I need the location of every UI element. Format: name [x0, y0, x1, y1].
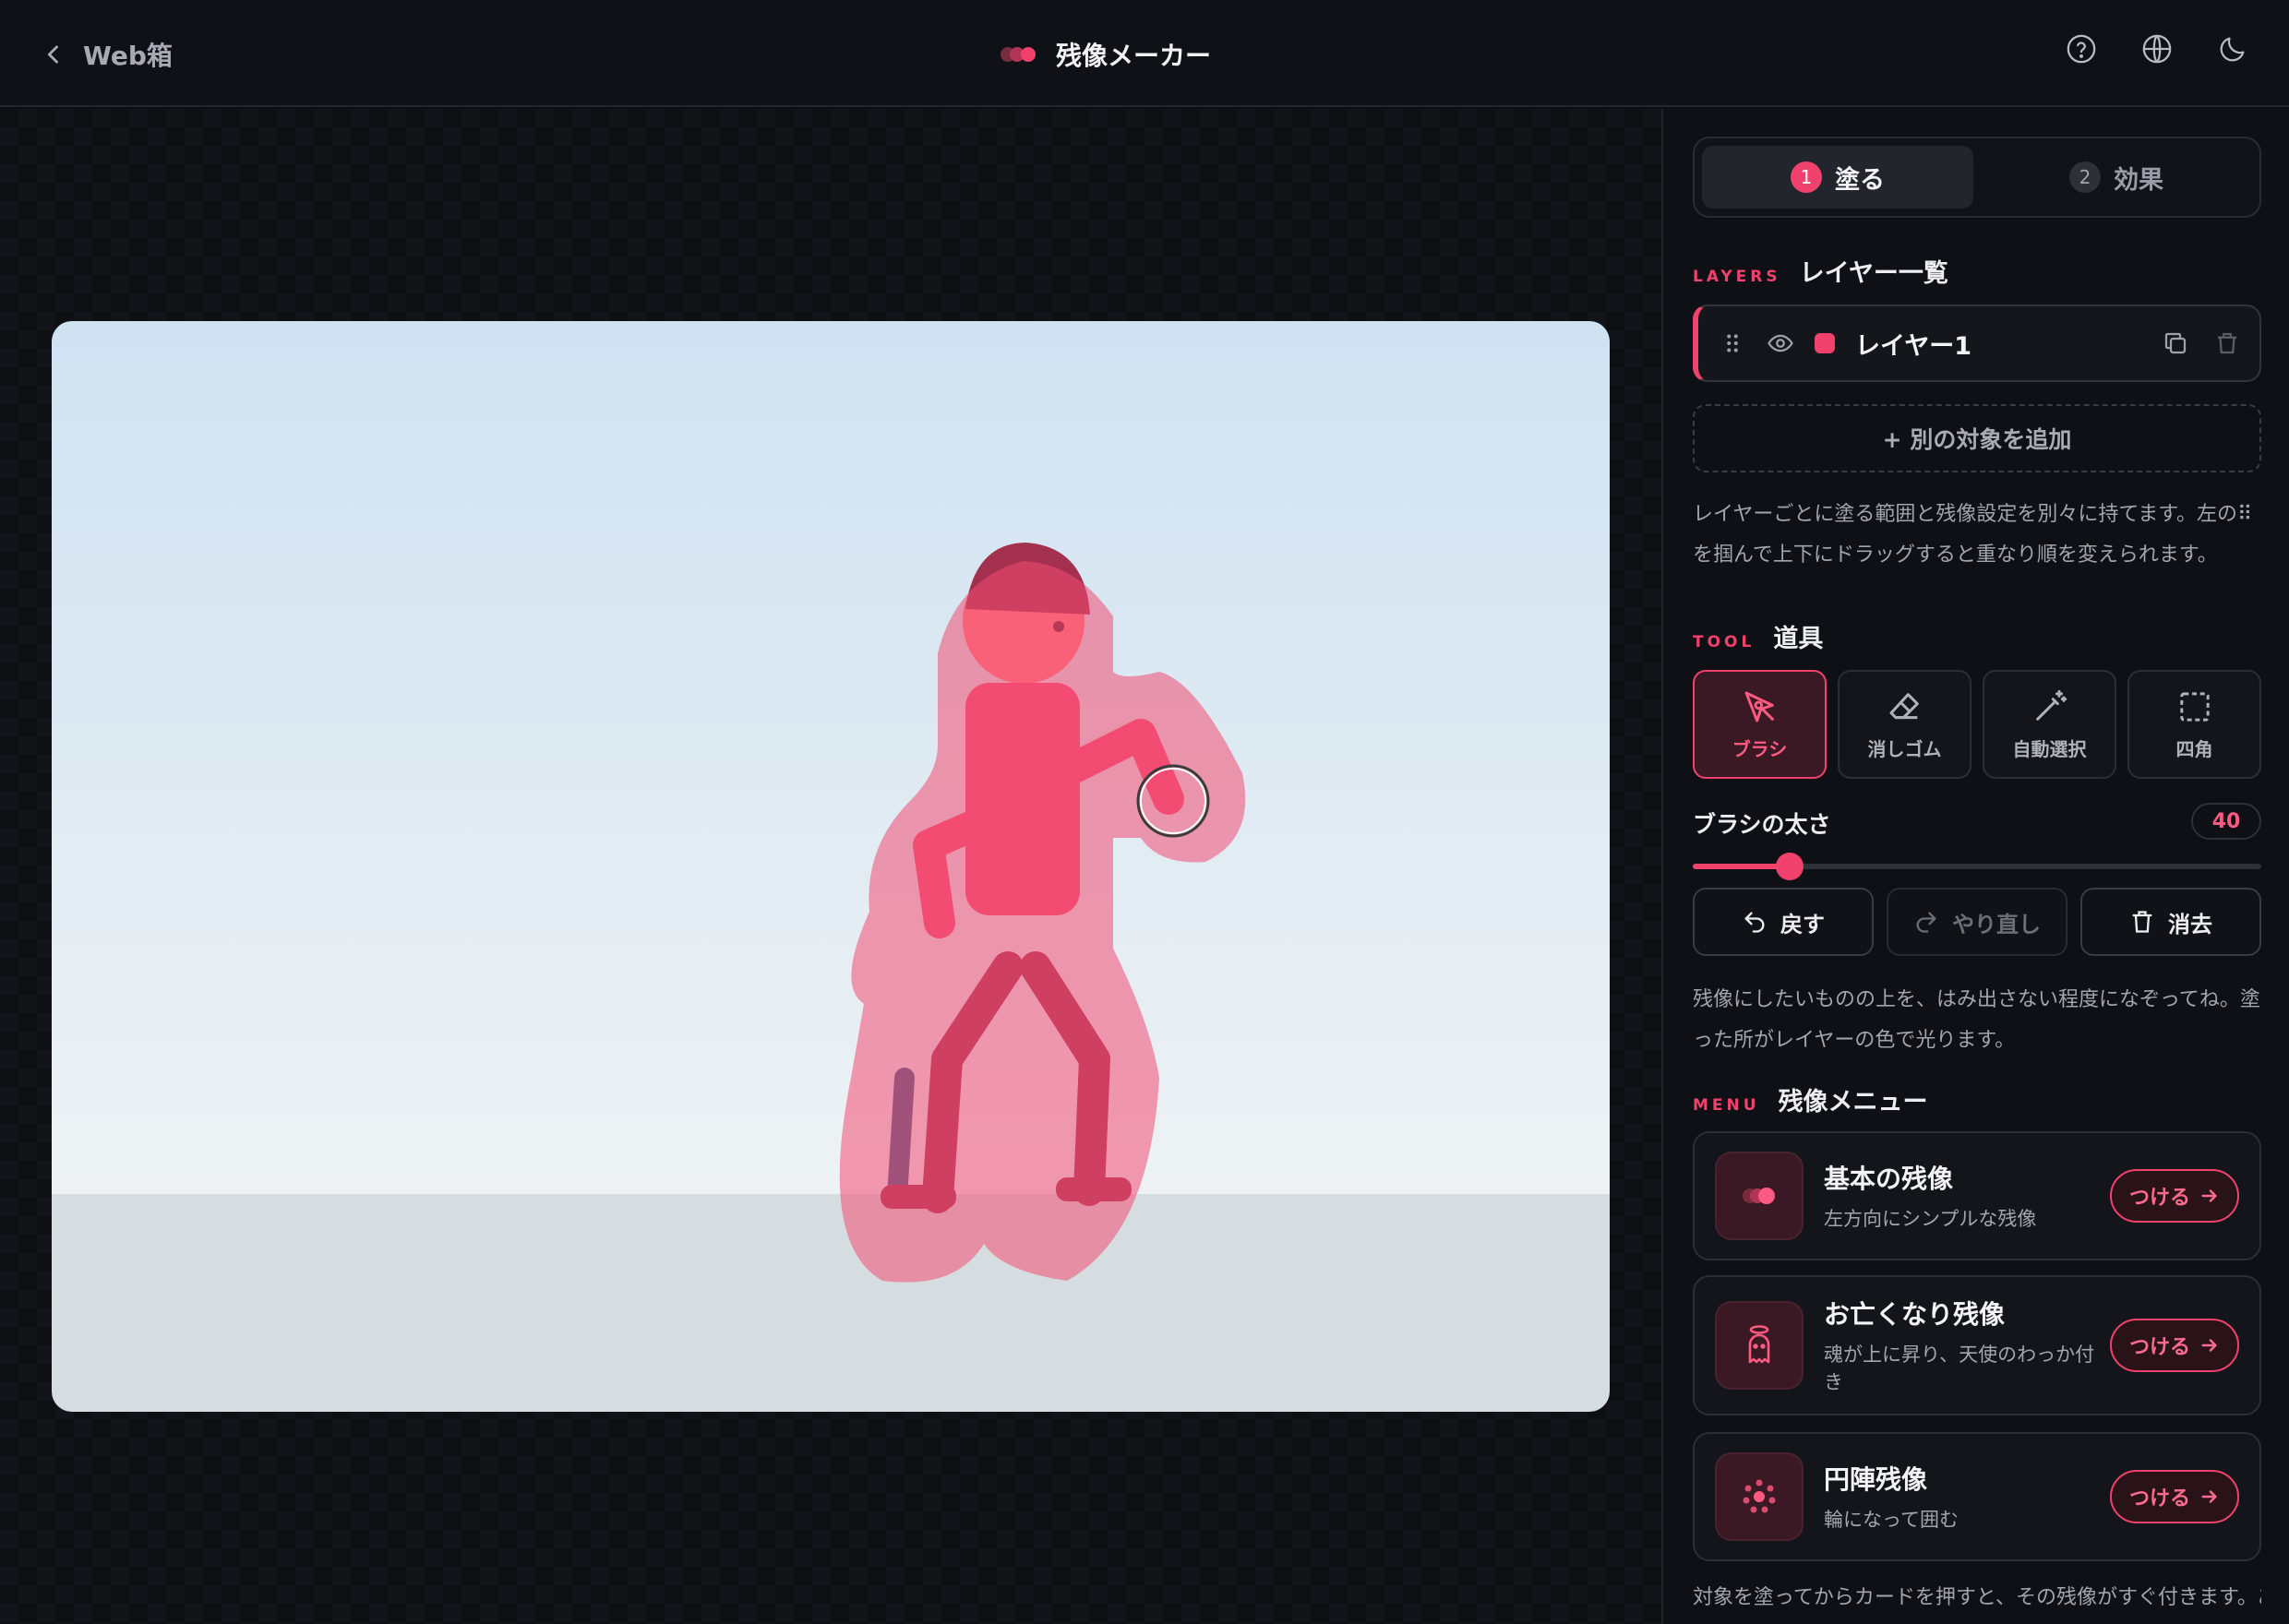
apply-label: つける [2128, 1487, 2190, 1511]
tool-rectangle[interactable]: 四角 [2127, 670, 2261, 779]
layer-item[interactable]: レイヤー1 [1693, 304, 2261, 382]
control-panel: 1 塗る 2 効果 LAYERS レイヤー一覧 レイヤー1 + 別の対象を追加 … [1661, 109, 2289, 1624]
menu-title: お亡くなり残像 [1824, 1299, 2006, 1330]
eye-icon[interactable] [1767, 329, 1794, 357]
tab-effect[interactable]: 2 効果 [1981, 146, 2252, 209]
tool-heading: TOOL 道具 [1693, 618, 1823, 654]
menu-desc: 左方向にシンプルな残像 [1824, 1208, 2037, 1230]
section-title: レイヤー一覧 [1799, 259, 1948, 288]
tool-label: ブラシ [1732, 737, 1788, 760]
brush-size-value: 40 [2191, 803, 2261, 840]
drag-handle-icon[interactable] [1719, 329, 1746, 357]
arrow-right-icon [2201, 1189, 2217, 1202]
section-kicker: MENU [1693, 1096, 1760, 1115]
rect-select-icon [2179, 691, 2210, 722]
menu-card-circle[interactable]: 円陣残像 輪になって囲む つける [1693, 1432, 2261, 1561]
tool-auto-select[interactable]: 自動選択 [1983, 670, 2116, 779]
apply-label: つける [2128, 1336, 2190, 1359]
scene-image [52, 321, 1610, 1412]
afterimage-dots-icon [1715, 1152, 1804, 1240]
step-number: 1 [1791, 161, 1822, 193]
undo-label: 戻す [1780, 911, 1825, 937]
clear-button[interactable]: 消去 [2080, 888, 2261, 956]
logo-icon [1001, 45, 1037, 64]
tool-label: 消しゴム [1867, 737, 1942, 760]
menu-card-ghost[interactable]: お亡くなり残像 魂が上に昇り、天使のわっか付き つける [1693, 1275, 2261, 1415]
tab-paint[interactable]: 1 塗る [1702, 146, 1973, 209]
menu-title: 基本の残像 [1824, 1164, 1954, 1194]
step-tabs: 1 塗る 2 効果 [1693, 137, 2261, 218]
top-bar: Web箱 残像メーカー [0, 0, 2289, 107]
tab-label: 効果 [2114, 165, 2163, 195]
page-title: 残像メーカー [1056, 41, 1212, 71]
menu-desc: 輪になって囲む [1824, 1509, 1959, 1531]
arrow-right-icon [2201, 1490, 2217, 1503]
tool-brush[interactable]: ブラシ [1693, 670, 1827, 779]
brush-size-slider[interactable] [1693, 853, 2261, 880]
redo-label: やり直し [1952, 911, 2041, 937]
arrow-right-icon [2201, 1339, 2217, 1352]
section-title: 道具 [1773, 625, 1824, 653]
apply-button[interactable]: つける [2110, 1470, 2239, 1523]
apply-button[interactable]: つける [2110, 1169, 2239, 1223]
brush-size-label: ブラシの太さ [1693, 811, 1831, 838]
globe-icon[interactable] [2141, 33, 2173, 65]
header-actions [2066, 33, 2248, 65]
moon-icon[interactable] [2217, 33, 2248, 65]
redo-button[interactable]: やり直し [1887, 888, 2067, 956]
edit-actions: 戻す やり直し 消去 [1693, 888, 2261, 956]
menu-footer-text: 対象を塗ってからカードを押すと、その残像がすぐ付きます。あと [1693, 1586, 2261, 1609]
slider-thumb[interactable] [1775, 853, 1804, 880]
duplicate-icon[interactable] [2162, 329, 2189, 357]
help-icon[interactable] [2066, 33, 2097, 65]
tool-label: 四角 [2175, 737, 2213, 760]
layers-heading: LAYERS レイヤー一覧 [1693, 253, 1948, 289]
magic-wand-icon [2035, 689, 2067, 721]
menu-heading: MENU 残像メニュー [1693, 1081, 1928, 1117]
layer-color-swatch[interactable] [1815, 333, 1835, 353]
layers-help-text: レイヤーごとに塗る範囲と残像設定を別々に持てます。左の⠿を掴んで上下にドラッグす… [1693, 503, 2253, 567]
redo-icon [1916, 912, 1936, 933]
paint-canvas[interactable] [52, 321, 1610, 1412]
trash-icon [2132, 911, 2152, 933]
section-kicker: LAYERS [1693, 268, 1781, 286]
app-title: 残像メーカー [1001, 33, 1211, 76]
menu-title: 円陣残像 [1824, 1464, 1928, 1495]
undo-button[interactable]: 戻す [1693, 888, 1874, 956]
apply-button[interactable]: つける [2110, 1319, 2239, 1372]
ghost-halo-icon [1715, 1301, 1804, 1390]
back-label: Web箱 [83, 41, 173, 71]
brush-help-text: 残像にしたいものの上を、はみ出さない程度になぞってね。塗った所がレイヤーの色で光… [1693, 988, 2260, 1052]
section-title: 残像メニュー [1778, 1088, 1928, 1116]
clear-label: 消去 [2168, 911, 2212, 937]
apply-label: つける [2128, 1187, 2190, 1210]
menu-desc: 魂が上に昇り、天使のわっか付き [1824, 1343, 2095, 1393]
chevron-left-icon [47, 45, 58, 64]
trash-icon[interactable] [2213, 329, 2241, 357]
section-kicker: TOOL [1693, 633, 1756, 651]
menu-card-basic[interactable]: 基本の残像 左方向にシンプルな残像 つける [1693, 1131, 2261, 1260]
undo-icon [1744, 912, 1765, 933]
tool-eraser[interactable]: 消しゴム [1838, 670, 1971, 779]
tool-label: 自動選択 [2012, 737, 2087, 760]
tool-picker: ブラシ 消しゴム 自動選択 四角 [1693, 670, 2261, 779]
canvas-area [0, 109, 1661, 1624]
tab-label: 塗る [1835, 165, 1885, 195]
circle-formation-icon [1715, 1452, 1804, 1541]
step-number: 2 [2069, 161, 2101, 193]
add-target-button[interactable]: + 別の対象を追加 [1693, 404, 2261, 472]
pen-icon [1744, 691, 1774, 722]
layer-name[interactable]: レイヤー1 [1855, 326, 2162, 362]
back-link[interactable]: Web箱 [41, 33, 173, 76]
eraser-icon [1889, 692, 1919, 719]
